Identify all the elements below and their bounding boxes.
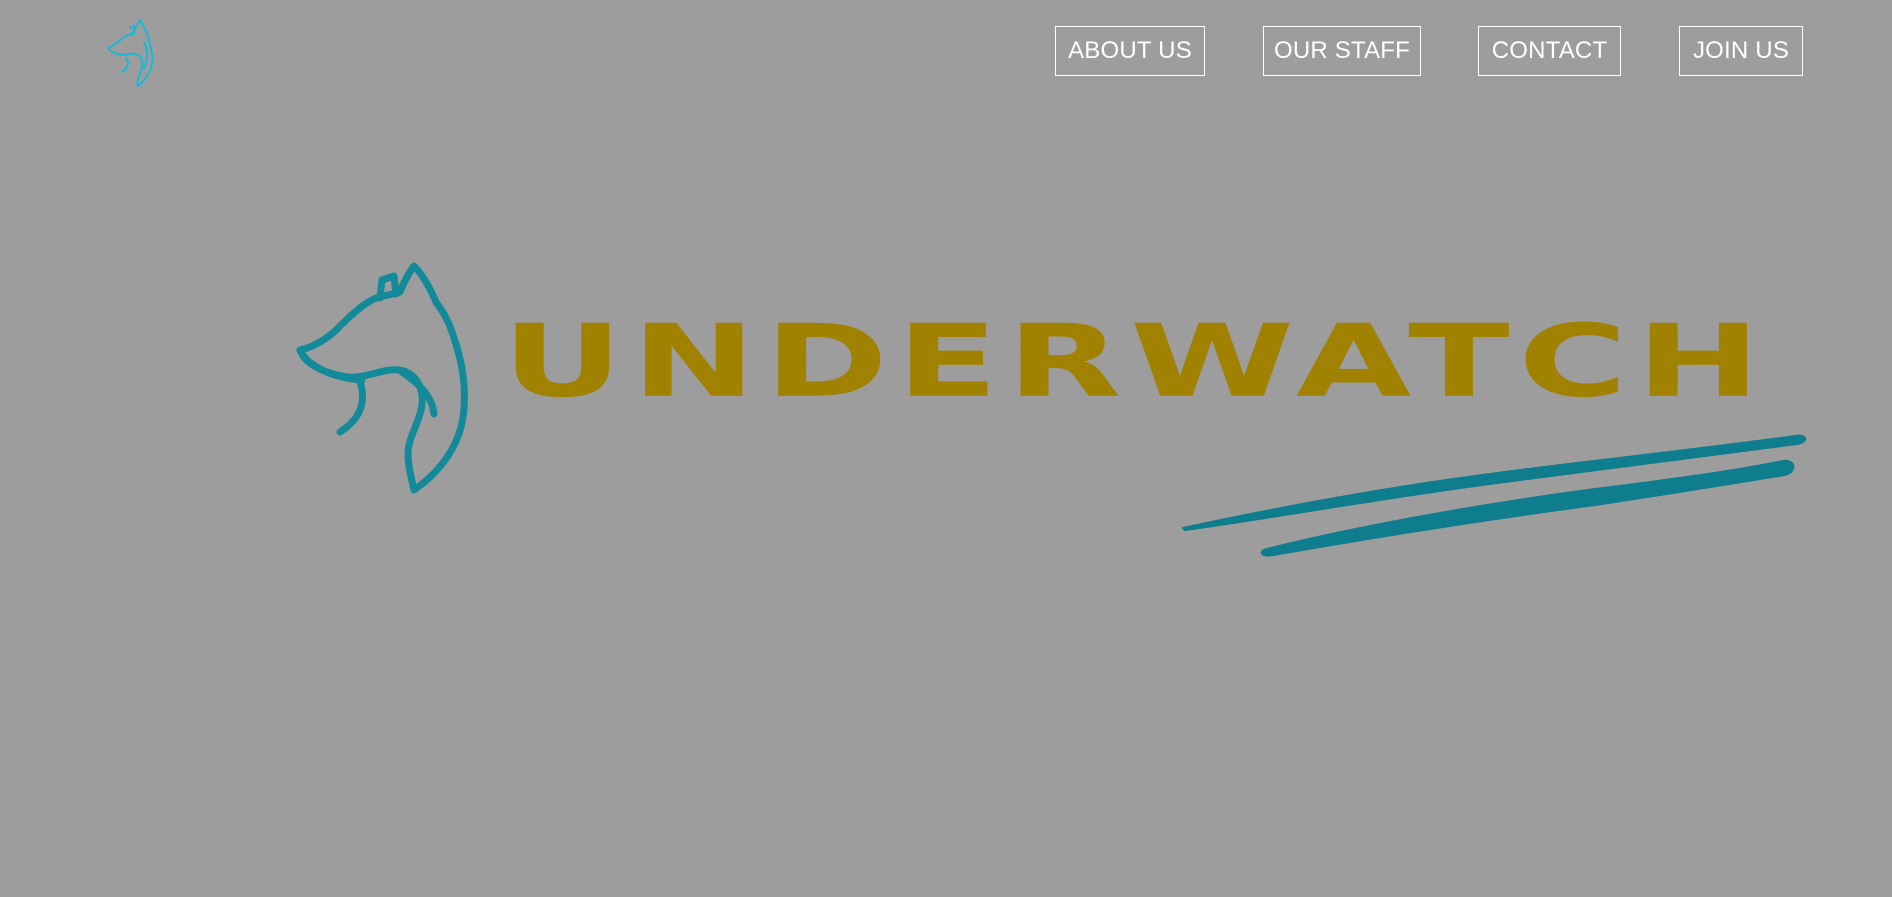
- brand-title: UNDERWATCH: [502, 303, 1770, 420]
- brush-stroke-decoration: [1182, 434, 1806, 557]
- landing-page: ABOUT US OUR STAFF CONTACT JOIN US UNDER…: [0, 0, 1892, 897]
- nav-contact-button[interactable]: CONTACT: [1478, 26, 1621, 76]
- fox-emblem-icon: [296, 262, 468, 494]
- nav-about-us-button[interactable]: ABOUT US: [1055, 26, 1205, 76]
- main-navigation: ABOUT US OUR STAFF CONTACT JOIN US: [0, 26, 1892, 78]
- nav-join-us-button[interactable]: JOIN US: [1679, 26, 1803, 76]
- nav-our-staff-button[interactable]: OUR STAFF: [1263, 26, 1421, 76]
